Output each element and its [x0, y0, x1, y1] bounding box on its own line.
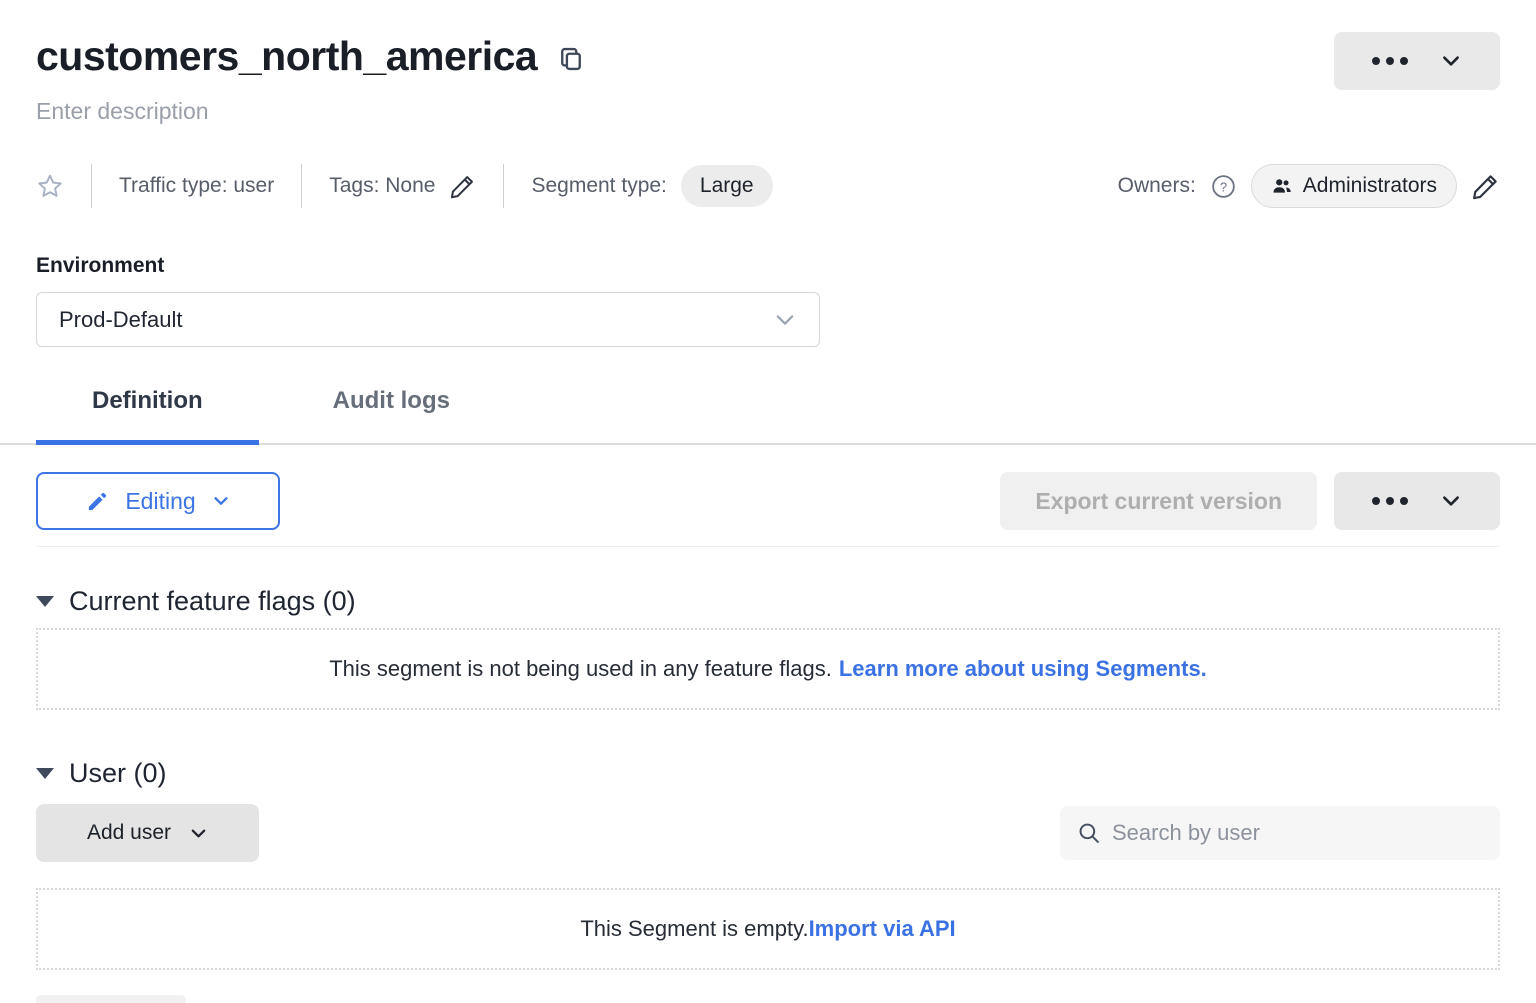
edit-tags-pencil-icon[interactable]	[449, 173, 476, 200]
owners-group: Owners: ? Administrators	[1118, 164, 1500, 208]
chevron-down-icon	[189, 824, 208, 843]
copy-icon[interactable]	[557, 44, 585, 74]
ellipsis-icon	[1372, 497, 1408, 505]
add-user-label: Add user	[87, 821, 171, 845]
edit-owners-pencil-icon[interactable]	[1471, 172, 1500, 201]
definition-toolbar: Editing Export current version	[36, 472, 1500, 530]
tags: Tags: None	[329, 173, 476, 200]
traffic-type: Traffic type: user	[119, 174, 274, 198]
search-by-user-input[interactable]	[1112, 820, 1484, 846]
search-icon	[1076, 820, 1102, 846]
feature-flags-empty-text: This segment is not being used in any fe…	[329, 656, 832, 682]
pencil-icon	[86, 490, 109, 513]
divider	[36, 546, 1500, 547]
favorite-star-icon[interactable]	[36, 172, 64, 200]
editing-status-button[interactable]: Editing	[36, 472, 280, 530]
definition-more-actions-button[interactable]	[1334, 472, 1500, 530]
meta-row: Traffic type: user Tags: None Segment ty…	[36, 164, 1500, 208]
help-icon[interactable]: ?	[1210, 173, 1237, 200]
environment-label: Environment	[36, 254, 1500, 278]
chevron-down-icon	[1440, 50, 1462, 72]
editing-label: Editing	[125, 488, 195, 515]
divider	[503, 164, 504, 208]
feature-flags-heading: Current feature flags (0)	[69, 586, 356, 617]
caret-down-icon	[36, 596, 54, 607]
tab-definition[interactable]: Definition	[36, 381, 259, 445]
header-more-actions-button[interactable]	[1334, 32, 1500, 90]
owners-badge[interactable]: Administrators	[1251, 164, 1457, 208]
ellipsis-icon	[1372, 57, 1408, 65]
tags-label: Tags: None	[329, 174, 435, 198]
chevron-down-icon	[1440, 490, 1462, 512]
segment-type-badge: Large	[681, 165, 773, 207]
svg-text:?: ?	[1220, 179, 1227, 194]
header: customers_north_america	[36, 30, 1500, 82]
feature-flags-section-header[interactable]: Current feature flags (0)	[36, 586, 1500, 617]
add-user-button[interactable]: Add user	[36, 804, 259, 862]
feature-flags-empty-state: This segment is not being used in any fe…	[36, 628, 1500, 710]
owners-value: Administrators	[1303, 174, 1437, 198]
export-current-version-button[interactable]: Export current version	[1000, 472, 1317, 530]
user-empty-text: This Segment is empty.	[580, 916, 808, 942]
user-controls: Add user	[36, 804, 1500, 862]
user-heading: User (0)	[69, 758, 167, 789]
user-empty-state: This Segment is empty. Import via API	[36, 888, 1500, 970]
environment-selected-value: Prod-Default	[59, 307, 183, 333]
segment-detail-page: customers_north_america Enter descriptio…	[0, 0, 1536, 1003]
owners-label: Owners:	[1118, 174, 1196, 198]
segment-type: Segment type: Large	[531, 165, 772, 207]
divider	[301, 164, 302, 208]
description-placeholder[interactable]: Enter description	[36, 98, 1500, 128]
tab-audit-logs[interactable]: Audit logs	[287, 381, 496, 445]
divider	[91, 164, 92, 208]
learn-more-link[interactable]: Learn more about using Segments.	[839, 656, 1207, 682]
user-search	[1060, 806, 1500, 860]
caret-down-icon	[36, 768, 54, 779]
chevron-down-icon	[773, 308, 797, 332]
environment-select[interactable]: Prod-Default	[36, 292, 820, 347]
import-via-api-link[interactable]: Import via API	[809, 916, 956, 942]
chevron-down-icon	[212, 492, 230, 510]
page-title: customers_north_america	[36, 33, 537, 80]
people-icon	[1271, 175, 1293, 197]
tab-bar: Definition Audit logs	[36, 381, 1500, 445]
segment-type-label: Segment type:	[531, 174, 666, 198]
user-section-header[interactable]: User (0)	[36, 758, 1500, 789]
